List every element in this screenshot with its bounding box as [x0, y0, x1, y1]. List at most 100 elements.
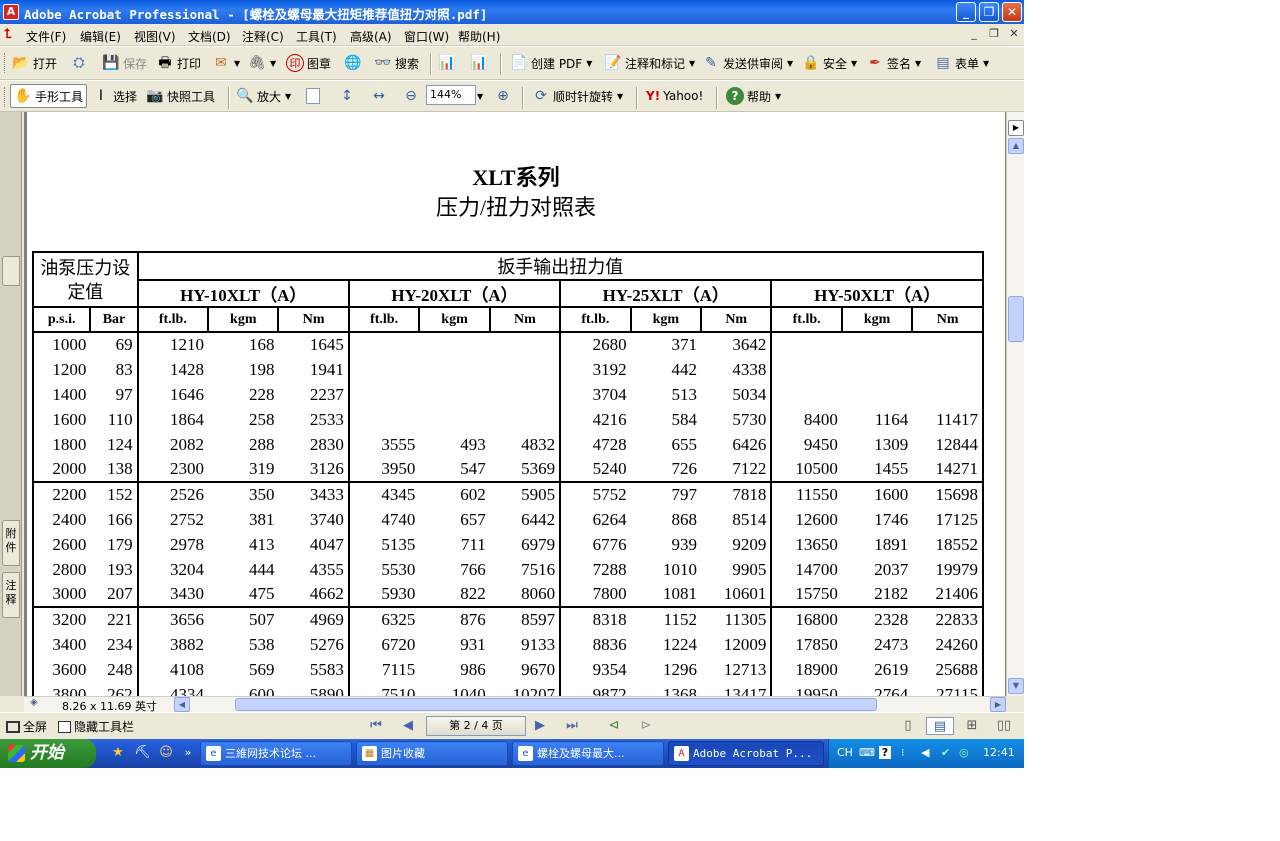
quicklaunch-cursor-icon[interactable]: ⛏: [134, 745, 151, 761]
hand-tool-button[interactable]: ✋ 手形工具: [10, 84, 88, 108]
quicklaunch-media-icon[interactable]: ★: [110, 745, 126, 761]
zoom-level-input[interactable]: 144%: [426, 85, 476, 105]
yahoo-button[interactable]: Y! Yahoo!: [646, 84, 703, 108]
nav-tab-bookmarks[interactable]: [2, 256, 20, 286]
horizontal-scrollbar[interactable]: ◈ 8.26 x 11.69 英寸 ◀ ▶: [24, 696, 1006, 713]
language-indicator[interactable]: CH: [837, 746, 853, 759]
fit-width-button[interactable]: ↔: [370, 84, 388, 108]
scroll-right-icon[interactable]: ▶: [990, 697, 1006, 712]
help-button[interactable]: ? 帮助 ▼: [726, 84, 781, 108]
menu-help[interactable]: 帮助(H): [458, 28, 500, 45]
single-page-layout-icon[interactable]: ▯: [898, 717, 918, 735]
menu-document[interactable]: 文档(D): [188, 28, 231, 45]
select-tool-button[interactable]: Ⅰ 选择: [92, 84, 137, 108]
menu-comments[interactable]: 注释(C): [242, 28, 284, 45]
open-button[interactable]: 📂 打开: [12, 51, 57, 75]
search-button[interactable]: 👓 搜索: [374, 51, 419, 75]
keyboard-icon[interactable]: ⌨: [859, 746, 875, 759]
next-view-icon[interactable]: ⊳: [636, 717, 656, 735]
snapshot-tool-button[interactable]: 📷 快照工具: [146, 84, 215, 108]
page-size-menu-icon[interactable]: ◈: [30, 697, 38, 708]
network-icon[interactable]: ◎: [959, 746, 969, 759]
security-shield-icon[interactable]: ✔: [941, 746, 950, 759]
table-row: 1400 97 1646 228 2237 3704 513 5034: [31, 382, 984, 407]
menu-view[interactable]: 视图(V): [134, 28, 176, 45]
table-cell: 547: [460, 459, 486, 478]
continuous-facing-layout-icon[interactable]: ▯▯: [994, 717, 1014, 735]
document-view[interactable]: XLT系列 压力/扭力对照表 油泵压力设定值 扳手输出扭力值 HY-10XLT（…: [24, 112, 1006, 696]
facing-layout-icon[interactable]: ⊞: [962, 717, 982, 735]
last-page-icon[interactable]: ⏭: [562, 717, 582, 735]
security-button[interactable]: 🔒 安全 ▼: [802, 51, 857, 75]
fit-page-button[interactable]: ↕: [338, 84, 356, 108]
close-button[interactable]: ✕: [1002, 2, 1022, 22]
minimize-button[interactable]: _: [956, 2, 976, 22]
rotate-clockwise-button[interactable]: ⟳ 顺时针旋转 ▼: [532, 84, 623, 108]
create-pdf-button[interactable]: 📄 创建 PDF ▼: [510, 51, 592, 75]
page-number-box[interactable]: 第 2 / 4 页: [426, 716, 526, 736]
first-page-icon[interactable]: ⏮: [366, 717, 386, 735]
zoom-in-tool-button[interactable]: 🔍 放大 ▼: [236, 84, 291, 108]
save-button[interactable]: 💾 保存: [102, 51, 147, 75]
scroll-up-icon[interactable]: ▲: [1008, 138, 1024, 154]
attach-button[interactable]: 🖇 ▼: [248, 51, 276, 75]
taskbar-item-forum[interactable]: e 三維网技术论坛 ...: [200, 741, 352, 766]
table-cell: 475: [248, 584, 275, 603]
send-review-button[interactable]: ✎ 发送供审阅 ▼: [702, 51, 793, 75]
print-button[interactable]: 🖶 打印: [156, 51, 201, 75]
comment-markup-button[interactable]: 📝 注释和标记 ▼: [604, 51, 695, 75]
scroll-down-icon[interactable]: ▼: [1008, 678, 1024, 694]
restore-button[interactable]: ❐: [979, 2, 999, 22]
taskbar-item-browser-pdf[interactable]: e 螺栓及螺母最大...: [512, 741, 664, 766]
menu-file[interactable]: 文件(F): [26, 28, 66, 45]
nav-tab-attachments[interactable]: 附件: [2, 520, 20, 566]
pdf-maker-button-2[interactable]: 📊: [470, 51, 488, 75]
previous-view-icon[interactable]: ⊲: [604, 717, 624, 735]
toolbar-grip[interactable]: [4, 87, 7, 107]
table-cell: 4740: [347, 507, 420, 532]
quicklaunch-more-icon[interactable]: »: [180, 745, 196, 761]
full-screen-button[interactable]: 全屏: [6, 718, 47, 735]
table-cell: 5369: [521, 459, 556, 478]
hide-toolbars-button[interactable]: 隐藏工具栏: [58, 718, 134, 735]
doc-minimize-icon[interactable]: _: [966, 27, 982, 43]
toolbar-grip[interactable]: [4, 53, 7, 73]
zoom-dropdown[interactable]: ▼: [476, 84, 483, 108]
horizontal-scroll-thumb[interactable]: [235, 698, 877, 711]
doc-restore-icon[interactable]: ❐: [986, 27, 1002, 43]
vertical-scrollbar[interactable]: ▶ ▲ ▼: [1006, 112, 1024, 696]
send-button[interactable]: 🌐: [344, 51, 362, 75]
start-button[interactable]: 开始: [0, 739, 96, 768]
scroll-left-icon[interactable]: ◀: [174, 697, 190, 712]
menu-edit[interactable]: 编辑(E): [80, 28, 121, 45]
forms-button[interactable]: ▤ 表单 ▼: [934, 51, 989, 75]
sign-button[interactable]: ✒ 签名 ▼: [866, 51, 921, 75]
acrobat-app-icon[interactable]: A: [3, 4, 19, 20]
zoom-out-button[interactable]: ⊖: [402, 84, 420, 108]
doc-close-icon[interactable]: ✕: [1006, 27, 1022, 43]
email-button[interactable]: ✉ ▼: [212, 51, 240, 75]
zoom-in-button[interactable]: ⊕: [494, 84, 512, 108]
ime-options-icon[interactable]: ⁝: [901, 746, 905, 759]
taskbar-item-acrobat[interactable]: A Adobe Acrobat P...: [668, 741, 824, 766]
quicklaunch-user-icon[interactable]: ☺: [158, 745, 174, 761]
table-cell: 6720: [347, 632, 420, 657]
table-cell: 288: [248, 434, 275, 454]
menu-advanced[interactable]: 高级(A): [350, 28, 392, 45]
actual-size-button[interactable]: [306, 84, 320, 108]
vertical-scroll-thumb[interactable]: [1008, 296, 1024, 342]
organizer-button[interactable]: ⛭: [70, 51, 88, 75]
previous-page-icon[interactable]: ◀: [398, 717, 418, 735]
continuous-layout-icon[interactable]: ▤: [926, 717, 954, 735]
pdf-doc-icon[interactable]: ⮤: [4, 27, 20, 43]
stamp-button[interactable]: 印 图章: [286, 51, 331, 75]
next-page-icon[interactable]: ▶: [530, 717, 550, 735]
menu-tools[interactable]: 工具(T): [296, 28, 337, 45]
nav-tab-comments[interactable]: 注释: [2, 572, 20, 618]
ime-help-icon[interactable]: ?: [879, 746, 891, 759]
taskbar-item-pictures[interactable]: ▦ 图片收藏: [356, 741, 508, 766]
tray-arrow-icon[interactable]: ◀: [921, 746, 929, 759]
menu-window[interactable]: 窗口(W): [404, 28, 449, 45]
pdf-maker-button-1[interactable]: 📊: [438, 51, 456, 75]
pane-expand-arrow-icon[interactable]: ▶: [1008, 120, 1024, 136]
